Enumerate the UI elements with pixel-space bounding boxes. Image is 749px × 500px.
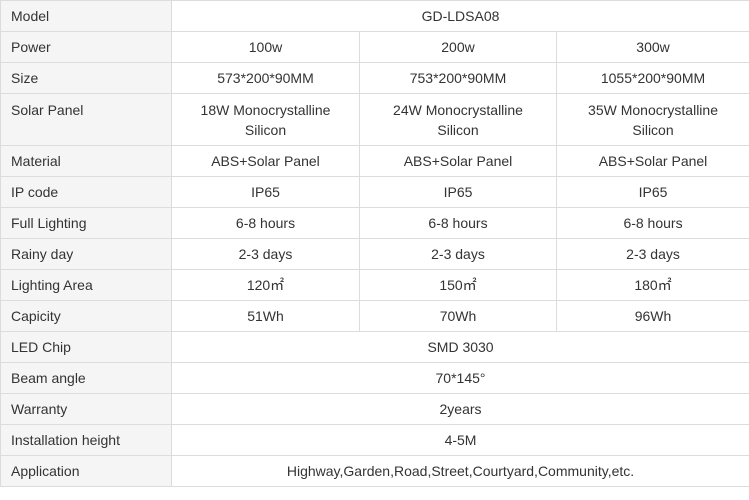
cell-capicity-1: 51Wh <box>171 300 360 332</box>
cell-power-3: 300w <box>555 31 749 63</box>
cell-rainy-day-1: 2-3 days <box>171 238 360 270</box>
row-label-capicity: Capicity <box>0 300 172 332</box>
table-row-installation-height: Installation height 4-5M <box>0 424 749 456</box>
cell-lighting-area-2: 150㎡ <box>359 269 557 301</box>
cell-text-line: Silicon <box>632 122 674 138</box>
row-label-model: Model <box>0 0 172 32</box>
table-row-rainy-day: Rainy day 2-3 days 2-3 days 2-3 days <box>0 238 749 270</box>
cell-text-line: 18W Monocrystalline <box>200 102 331 118</box>
table-row-power: Power 100w 200w 300w <box>0 31 749 63</box>
row-label-ip-code: IP code <box>0 176 172 208</box>
cell-power-2: 200w <box>359 31 557 63</box>
cell-material-1: ABS+Solar Panel <box>171 145 360 177</box>
cell-lighting-area-3: 180㎡ <box>555 269 749 301</box>
row-label-beam-angle: Beam angle <box>0 362 172 394</box>
row-label-application: Application <box>0 455 172 487</box>
row-label-rainy-day: Rainy day <box>0 238 172 270</box>
row-label-material: Material <box>0 145 172 177</box>
table-row-beam-angle: Beam angle 70*145° <box>0 362 749 394</box>
cell-ip-code-2: IP65 <box>359 176 557 208</box>
cell-solar-panel-3: 35W Monocrystalline Silicon <box>555 93 749 146</box>
table-row-ip-code: IP code IP65 IP65 IP65 <box>0 176 749 208</box>
spec-table: Model GD-LDSA08 Power 100w 200w 300w Siz… <box>0 0 749 487</box>
cell-rainy-day-2: 2-3 days <box>359 238 557 270</box>
cell-led-chip-value: SMD 3030 <box>170 331 749 363</box>
table-row-solar-panel: Solar Panel 18W Monocrystalline Silicon … <box>0 93 749 146</box>
row-label-installation-height: Installation height <box>0 424 172 456</box>
table-row-size: Size 573*200*90MM 753*200*90MM 1055*200*… <box>0 62 749 94</box>
row-label-led-chip: LED Chip <box>0 331 172 363</box>
cell-warranty-value: 2years <box>170 393 749 425</box>
cell-size-3: 1055*200*90MM <box>555 62 749 94</box>
cell-full-lighting-1: 6-8 hours <box>171 207 360 239</box>
table-row-warranty: Warranty 2years <box>0 393 749 425</box>
cell-capicity-2: 70Wh <box>359 300 557 332</box>
table-row-model: Model GD-LDSA08 <box>0 0 749 32</box>
cell-full-lighting-2: 6-8 hours <box>359 207 557 239</box>
cell-ip-code-1: IP65 <box>171 176 360 208</box>
cell-text-line: 24W Monocrystalline <box>393 102 523 118</box>
cell-material-2: ABS+Solar Panel <box>359 145 557 177</box>
table-row-full-lighting: Full Lighting 6-8 hours 6-8 hours 6-8 ho… <box>0 207 749 239</box>
cell-solar-panel-1: 18W Monocrystalline Silicon <box>171 93 360 146</box>
row-label-size: Size <box>0 62 172 94</box>
cell-application-value: Highway,Garden,Road,Street,Courtyard,Com… <box>170 455 749 487</box>
table-row-application: Application Highway,Garden,Road,Street,C… <box>0 455 749 487</box>
row-label-full-lighting: Full Lighting <box>0 207 172 239</box>
row-label-lighting-area: Lighting Area <box>0 269 172 301</box>
row-label-power: Power <box>0 31 172 63</box>
row-label-warranty: Warranty <box>0 393 172 425</box>
row-label-solar-panel: Solar Panel <box>0 93 172 146</box>
cell-text-line: Silicon <box>244 122 287 138</box>
cell-material-3: ABS+Solar Panel <box>555 145 749 177</box>
cell-model-value: GD-LDSA08 <box>170 0 749 32</box>
cell-full-lighting-3: 6-8 hours <box>555 207 749 239</box>
table-row-led-chip: LED Chip SMD 3030 <box>0 331 749 363</box>
cell-lighting-area-1: 120㎡ <box>171 269 360 301</box>
table-row-lighting-area: Lighting Area 120㎡ 150㎡ 180㎡ <box>0 269 749 301</box>
cell-power-1: 100w <box>171 31 360 63</box>
cell-beam-angle-value: 70*145° <box>170 362 749 394</box>
cell-solar-panel-2: 24W Monocrystalline Silicon <box>359 93 557 146</box>
cell-size-1: 573*200*90MM <box>171 62 360 94</box>
cell-rainy-day-3: 2-3 days <box>555 238 749 270</box>
cell-text-line: 35W Monocrystalline <box>588 102 718 118</box>
cell-text-line: Silicon <box>437 122 479 138</box>
cell-capicity-3: 96Wh <box>555 300 749 332</box>
table-row-capicity: Capicity 51Wh 70Wh 96Wh <box>0 300 749 332</box>
cell-installation-height-value: 4-5M <box>170 424 749 456</box>
table-row-material: Material ABS+Solar Panel ABS+Solar Panel… <box>0 145 749 177</box>
cell-size-2: 753*200*90MM <box>359 62 557 94</box>
cell-ip-code-3: IP65 <box>555 176 749 208</box>
